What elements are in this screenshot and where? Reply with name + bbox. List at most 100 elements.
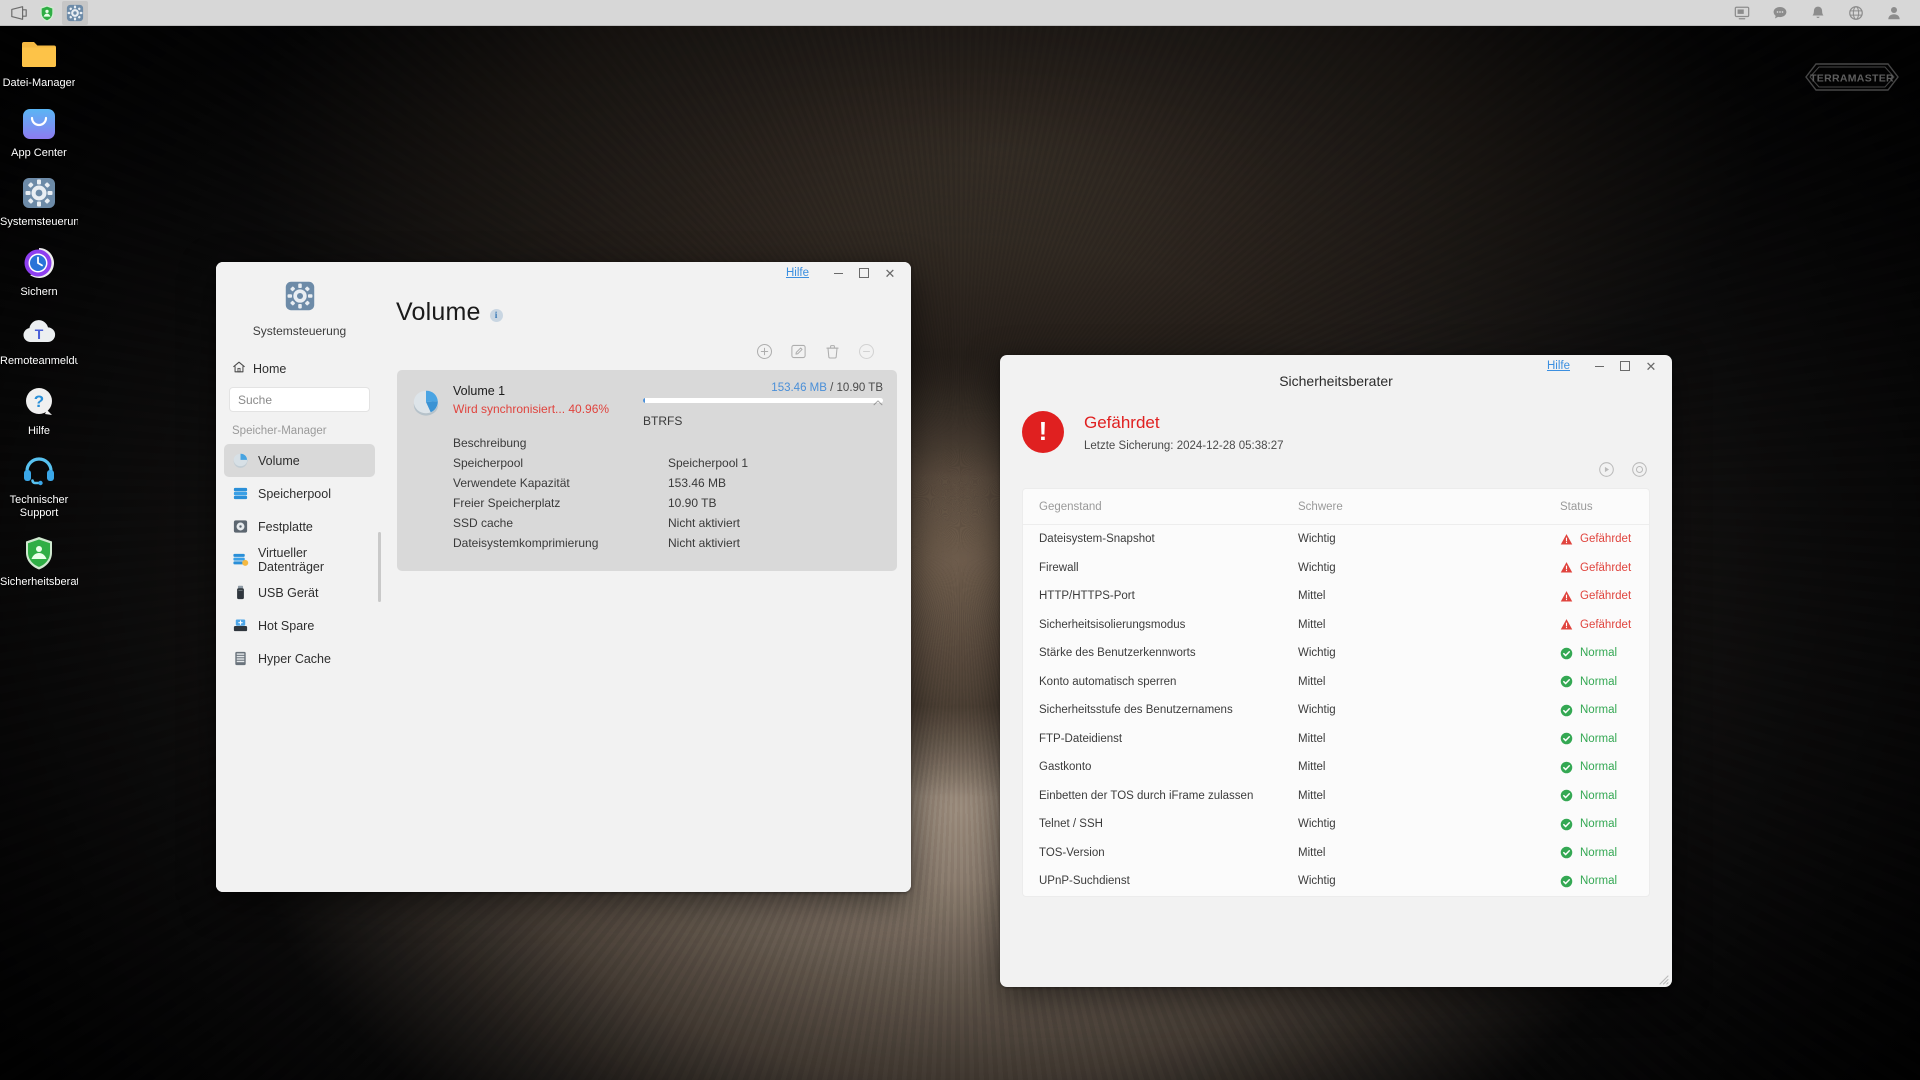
cell-severity: Mittel <box>1298 590 1560 602</box>
cell-status: Normal <box>1560 875 1649 888</box>
close-button[interactable]: ✕ <box>1638 355 1664 377</box>
column-header-status: Status <box>1560 501 1649 513</box>
table-row[interactable]: HTTP/HTTPS-PortMittelGefährdet <box>1023 582 1649 611</box>
desktop-icon-label: Sichern <box>20 286 57 299</box>
sidebar-scrollbar[interactable] <box>378 532 381 602</box>
table-row[interactable]: Einbetten der TOS durch iFrame zulassenM… <box>1023 782 1649 811</box>
sidebar-item-label: Volume <box>258 454 300 468</box>
cell-status: Normal <box>1560 675 1649 688</box>
capacity-progress-bar <box>643 398 883 403</box>
sidebar-item-festplatte[interactable]: Festplatte <box>224 510 375 543</box>
maximize-button[interactable] <box>851 262 877 284</box>
cell-item: Gastkonto <box>1023 761 1298 773</box>
security-advisor-icon[interactable] <box>34 1 60 25</box>
desktop-icon-datei-manager[interactable]: Datei-Manager <box>0 34 78 90</box>
show-desktop-icon[interactable] <box>6 1 32 25</box>
table-row[interactable]: GastkontoMittelNormal <box>1023 753 1649 782</box>
volume-pie-icon <box>411 387 441 417</box>
volume-window-titlebar[interactable]: Hilfe ✕ <box>216 262 911 284</box>
table-row[interactable]: Stärke des BenutzerkennwortsWichtigNorma… <box>1023 639 1649 668</box>
table-row[interactable]: Dateisystem-SnapshotWichtigGefährdet <box>1023 525 1649 554</box>
sidebar-item-speicherpool[interactable]: Speicherpool <box>224 477 375 510</box>
check-circle-icon <box>1560 875 1573 888</box>
security-advisor-window[interactable]: Hilfe ✕ Sicherheitsberater ! Gefährdet L… <box>1000 355 1672 987</box>
sidebar-app-name: Systemsteuerung <box>253 324 346 338</box>
volume-toolbar <box>383 327 911 360</box>
table-row[interactable]: UPnP-SuchdienstWichtigNormal <box>1023 867 1649 896</box>
close-button[interactable]: ✕ <box>877 262 903 284</box>
table-row[interactable]: SicherheitsisolierungsmodusMittelGefährd… <box>1023 611 1649 640</box>
desktop-icon-app-center[interactable]: App Center <box>0 104 78 160</box>
sidebar-item-virtueller-datentraeger[interactable]: Virtueller Datenträger <box>224 543 375 576</box>
sidebar-item-hyper-cache[interactable]: Hyper Cache <box>224 642 375 675</box>
edit-pencil-icon[interactable] <box>790 343 807 360</box>
desktop-icon-sicherheitsberater[interactable]: Sicherheitsberat <box>0 533 78 589</box>
detail-key: Speicherpool <box>453 453 668 473</box>
volume-filesystem: BTRFS <box>643 414 883 428</box>
gear-icon <box>284 280 316 317</box>
user-icon[interactable] <box>1886 5 1902 21</box>
settings-circle-icon[interactable] <box>1631 461 1648 478</box>
minimize-button[interactable] <box>1586 355 1612 377</box>
sidebar-item-home[interactable]: Home <box>216 356 383 381</box>
volume-detail-row: SSD cacheNicht aktiviert <box>453 513 881 533</box>
minimize-button[interactable] <box>825 262 851 284</box>
hot-spare-icon <box>232 617 249 634</box>
desktop-icon-technischer-support[interactable]: Technischer Support <box>0 451 78 519</box>
status-label: Normal <box>1580 733 1617 745</box>
appstore-icon <box>19 104 59 144</box>
help-link[interactable]: Hilfe <box>1547 360 1570 372</box>
plus-circle-icon[interactable] <box>756 343 773 360</box>
resize-handle[interactable] <box>1657 972 1669 984</box>
column-header-severity: Schwere <box>1298 501 1560 513</box>
minus-circle-icon <box>858 343 875 360</box>
table-row[interactable]: FirewallWichtigGefährdet <box>1023 554 1649 583</box>
desktop-icon-sichern[interactable]: Sichern <box>0 243 78 299</box>
bell-icon[interactable] <box>1810 5 1826 21</box>
volume-detail-row: DateisystemkomprimierungNicht aktiviert <box>453 533 881 553</box>
table-row[interactable]: TOS-VersionMittelNormal <box>1023 839 1649 868</box>
cell-status: Normal <box>1560 704 1649 717</box>
desktop-icon-label: Sicherheitsberat <box>0 576 78 589</box>
detail-value: Speicherpool 1 <box>668 453 748 473</box>
volume-detail-row: Beschreibung <box>453 433 881 453</box>
desktop-icon-hilfe[interactable]: ? Hilfe <box>0 382 78 438</box>
chevron-up-icon[interactable] <box>871 396 885 410</box>
control-panel-icon[interactable] <box>62 1 88 25</box>
table-row[interactable]: Sicherheitsstufe des BenutzernamensWicht… <box>1023 696 1649 725</box>
table-row[interactable]: Telnet / SSHWichtigNormal <box>1023 810 1649 839</box>
sidebar-item-hot-spare[interactable]: Hot Spare <box>224 609 375 642</box>
info-icon[interactable]: i <box>490 309 503 322</box>
sidebar-item-label: USB Gerät <box>258 586 318 600</box>
search-box[interactable] <box>229 387 370 412</box>
security-window-titlebar[interactable]: Hilfe ✕ <box>1000 355 1672 377</box>
desktop-icon-label: Systemsteuerun <box>0 216 78 229</box>
help-link[interactable]: Hilfe <box>786 267 809 279</box>
trash-icon[interactable] <box>824 343 841 360</box>
svg-text:?: ? <box>34 392 44 411</box>
globe-icon[interactable] <box>1848 5 1864 21</box>
volume-window[interactable]: Hilfe ✕ <box>216 262 911 892</box>
play-circle-icon[interactable] <box>1598 461 1615 478</box>
search-input[interactable] <box>238 393 393 407</box>
display-icon[interactable] <box>1734 5 1750 21</box>
table-row[interactable]: Konto automatisch sperrenMittelNormal <box>1023 668 1649 697</box>
cell-severity: Wichtig <box>1298 533 1560 545</box>
detail-key: Beschreibung <box>453 433 668 453</box>
cell-severity: Wichtig <box>1298 562 1560 574</box>
desktop-icon-systemsteuerung[interactable]: Systemsteuerun <box>0 173 78 229</box>
detail-key: Verwendete Kapazität <box>453 473 668 493</box>
desktop: TERRAMASTER Datei-Manager <box>0 0 1920 1080</box>
table-row[interactable]: FTP-DateidienstMittelNormal <box>1023 725 1649 754</box>
status-label: Gefährdet <box>1580 533 1631 545</box>
security-status-headline: Gefährdet <box>1084 413 1283 433</box>
taskbar-right <box>1734 5 1920 21</box>
maximize-button[interactable] <box>1612 355 1638 377</box>
cell-item: Telnet / SSH <box>1023 818 1298 830</box>
sidebar-item-volume[interactable]: Volume <box>224 444 375 477</box>
desktop-icon-list: Datei-Manager App Center <box>0 34 78 589</box>
desktop-icon-remoteanmeldung[interactable]: T Remoteanmeldu <box>0 312 78 368</box>
sidebar-item-usb-geraet[interactable]: USB Gerät <box>224 576 375 609</box>
volume-card[interactable]: Volume 1 Wird synchronisiert... 40.96% 1… <box>397 370 897 571</box>
chat-icon[interactable] <box>1772 5 1788 21</box>
